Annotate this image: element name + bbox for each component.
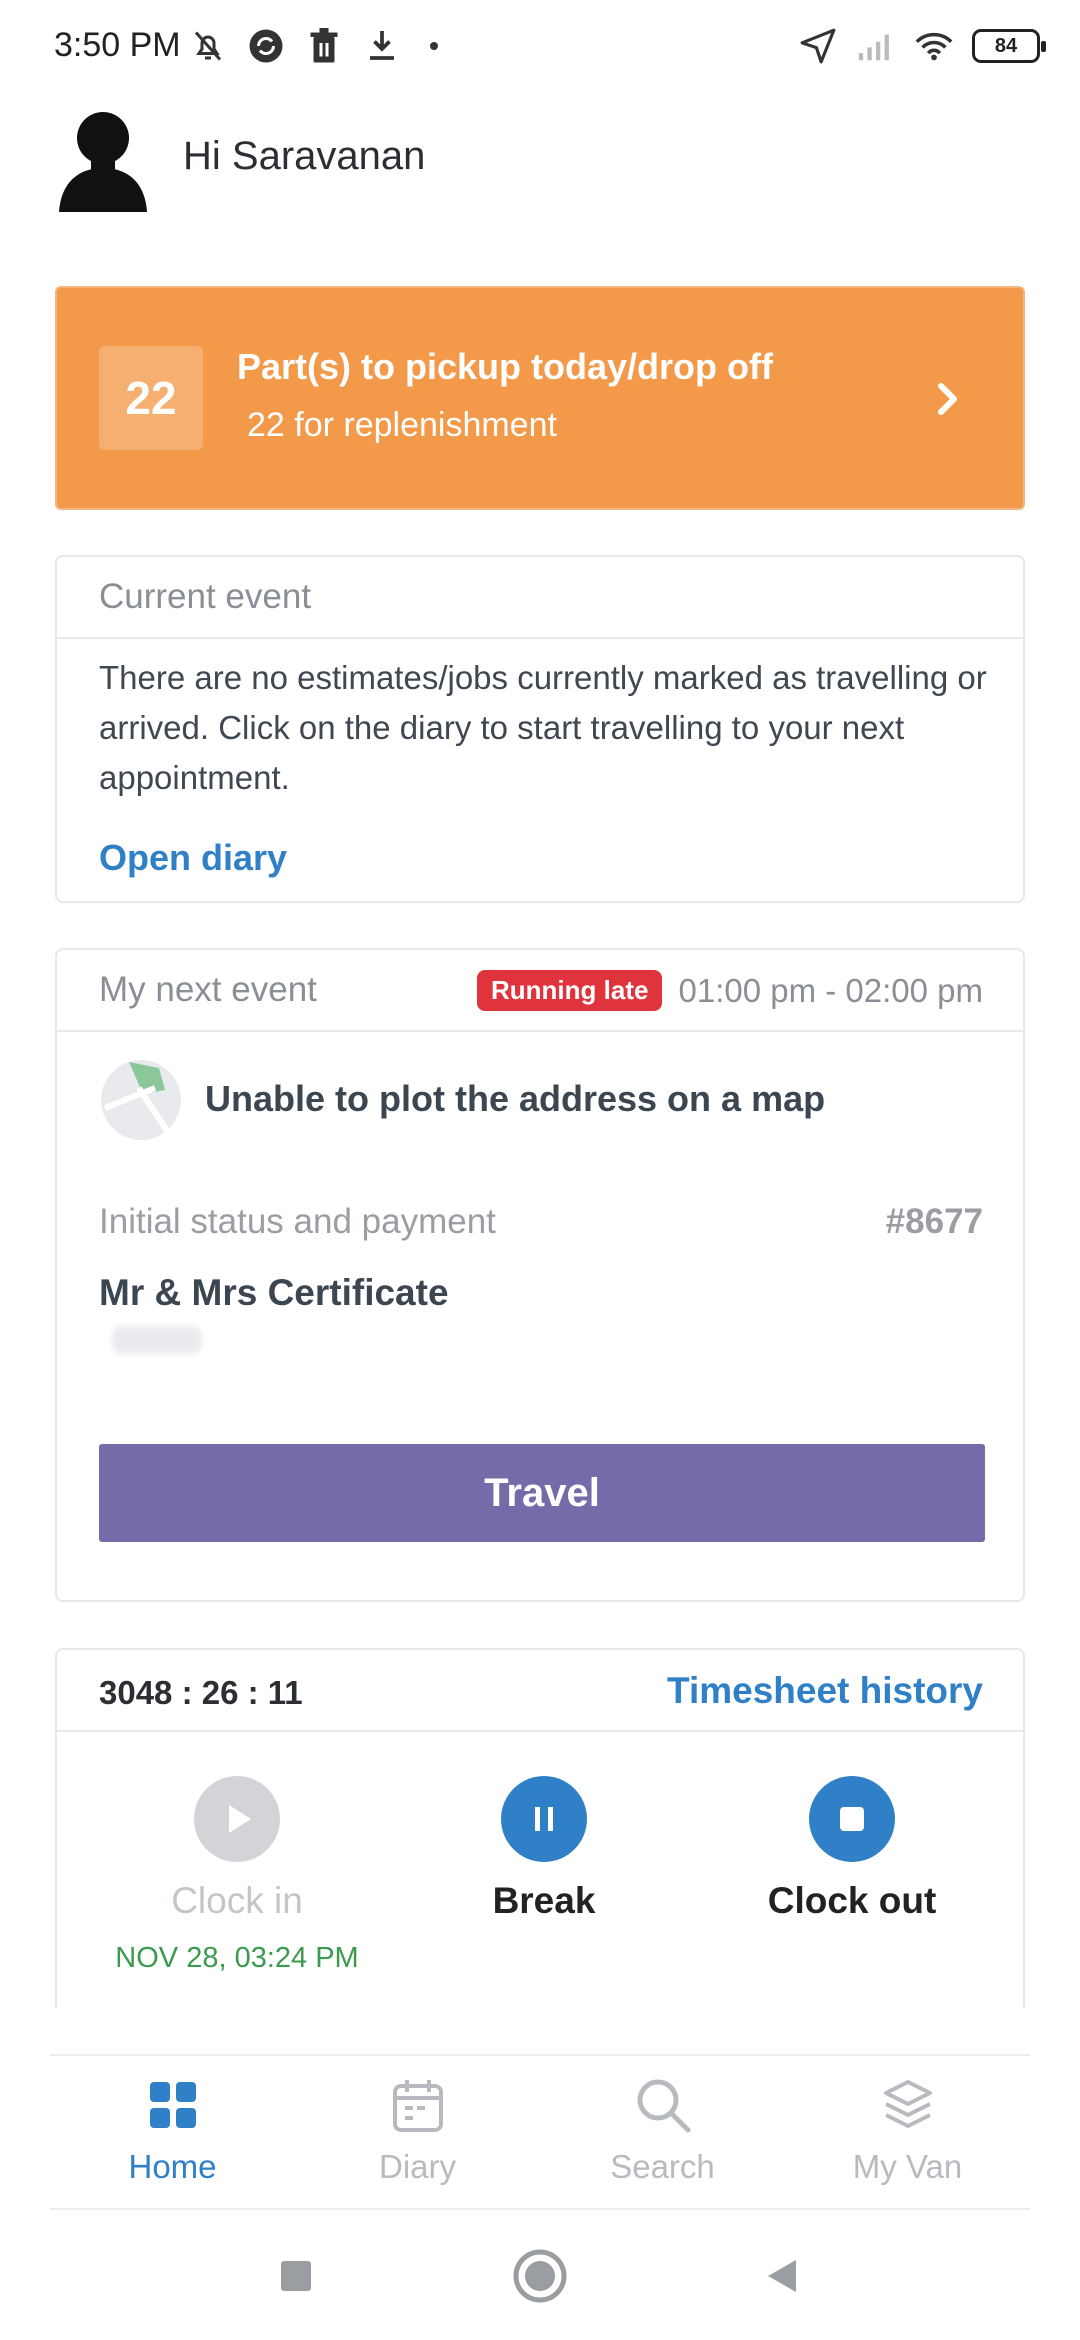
- pickup-subtitle: 22 for replenishment: [247, 406, 557, 444]
- open-diary-link[interactable]: Open diary: [99, 837, 287, 879]
- nav-diary[interactable]: Diary: [295, 2074, 540, 2186]
- nav-home-label: Home: [128, 2148, 217, 2185]
- break-label: Break: [492, 1880, 596, 1921]
- calendar-icon: [387, 2074, 449, 2136]
- blurred-address: [112, 1326, 202, 1354]
- customer-name: Mr & Mrs Certificate: [99, 1272, 449, 1313]
- status-time: 3:50 PM: [54, 26, 181, 64]
- chevron-right-icon: [927, 372, 967, 426]
- nav-my-van-label: My Van: [852, 2148, 963, 2185]
- nav-search[interactable]: Search: [540, 2074, 785, 2186]
- timesheet-timer: 3048 : 26 : 11: [99, 1674, 303, 1711]
- grid-icon: [142, 2074, 204, 2136]
- bell-off-icon: [188, 26, 228, 66]
- greeting-text: Hi Saravanan: [183, 133, 426, 178]
- avatar[interactable]: [55, 100, 151, 212]
- job-number: #8677: [885, 1202, 983, 1241]
- signal-icon: [856, 26, 896, 66]
- clock-in-control[interactable]: Clock in NOV 28, 03:24 PM: [87, 1776, 387, 1975]
- play-icon: [194, 1776, 280, 1862]
- map-icon: [99, 1058, 183, 1142]
- download-icon: [362, 26, 402, 66]
- pickup-count-badge: 22: [99, 346, 203, 450]
- back-button[interactable]: [752, 2246, 812, 2306]
- layers-icon: [877, 2074, 939, 2136]
- status-icons-right: 84: [798, 26, 1046, 66]
- pause-icon: [501, 1776, 587, 1862]
- nav-diary-label: Diary: [378, 2148, 456, 2185]
- running-late-badge: Running late: [477, 970, 663, 1011]
- next-event-time: 01:00 pm - 02:00 pm: [678, 972, 983, 1009]
- trash-icon: [304, 26, 344, 66]
- timesheet-history-link[interactable]: Timesheet history: [667, 1670, 983, 1712]
- nav-my-van[interactable]: My Van: [785, 2074, 1030, 2186]
- nav-home[interactable]: Home: [50, 2074, 295, 2186]
- status-bar: 3:50 PM 84: [0, 0, 1080, 92]
- travel-button[interactable]: Travel: [99, 1444, 985, 1542]
- wifi-icon: [914, 26, 954, 66]
- next-event-header: My next event Running late 01:00 pm - 02…: [57, 950, 1023, 1032]
- home-button[interactable]: [510, 2246, 570, 2306]
- notification-dot: [430, 42, 438, 50]
- next-event-title: My next event: [99, 970, 317, 1009]
- job-status-label: Initial status and payment: [99, 1202, 496, 1241]
- clock-out-control[interactable]: Clock out: [702, 1776, 1002, 1922]
- battery-icon: 84: [972, 29, 1046, 63]
- recents-button[interactable]: [266, 2246, 326, 2306]
- map-unavailable-message: Unable to plot the address on a map: [205, 1078, 826, 1119]
- current-event-header: Current event: [57, 557, 1023, 639]
- pickup-title: Part(s) to pickup today/drop off: [237, 346, 773, 387]
- timesheet-card: 3048 : 26 : 11 Timesheet history Clock i…: [55, 1648, 1025, 2008]
- sync-icon: [246, 26, 286, 66]
- stop-icon: [809, 1776, 895, 1862]
- next-event-card[interactable]: My next event Running late 01:00 pm - 02…: [55, 948, 1025, 1602]
- system-navigation: [0, 2240, 1080, 2320]
- clock-in-label: Clock in: [171, 1880, 303, 1921]
- current-event-title: Current event: [99, 577, 312, 616]
- status-icons-left: [188, 26, 438, 66]
- current-event-message: There are no estimates/jobs currently ma…: [99, 659, 987, 796]
- break-control[interactable]: Break: [394, 1776, 694, 1922]
- nav-search-label: Search: [610, 2148, 715, 2185]
- location-arrow-icon: [798, 26, 838, 66]
- clock-in-time: NOV 28, 03:24 PM: [115, 1942, 359, 1974]
- bottom-navigation: Home Diary Search My Van: [50, 2054, 1030, 2210]
- current-event-card: Current event There are no estimates/job…: [55, 555, 1025, 903]
- timesheet-header: 3048 : 26 : 11 Timesheet history: [57, 1650, 1023, 1732]
- parts-pickup-card[interactable]: 22 Part(s) to pickup today/drop off 22 f…: [55, 286, 1025, 510]
- search-icon: [632, 2074, 694, 2136]
- clock-out-label: Clock out: [767, 1880, 937, 1921]
- header: Hi Saravanan: [55, 96, 425, 216]
